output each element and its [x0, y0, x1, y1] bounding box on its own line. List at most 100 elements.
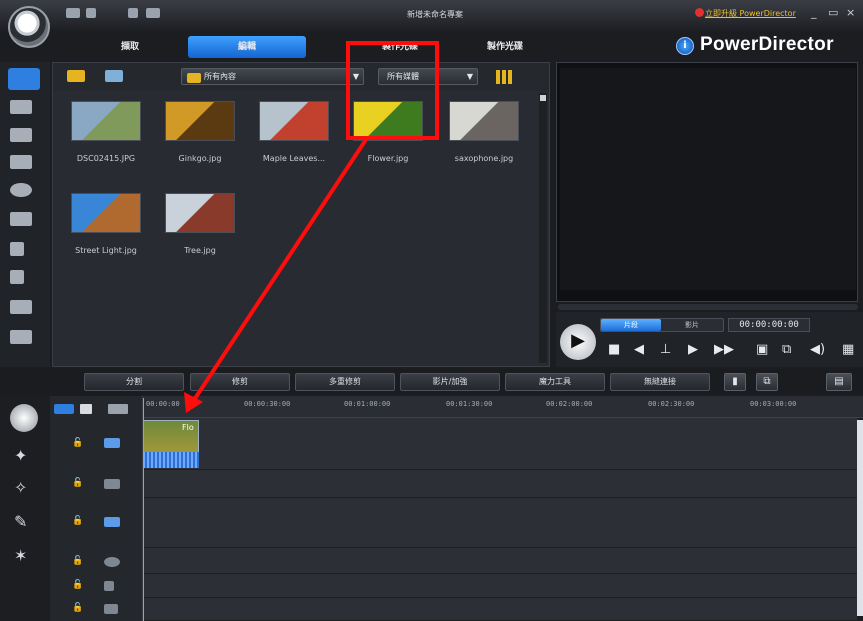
title-track-icon — [104, 557, 120, 567]
voice-over-icon[interactable] — [10, 270, 24, 284]
seamless-button[interactable]: 無縫連接 — [610, 373, 710, 391]
media-thumbnail-label: Ginkgo.jpg — [178, 154, 222, 163]
next-frame-icon[interactable]: ▶ — [688, 342, 698, 357]
previous-frame-icon[interactable]: ◀ — [634, 342, 644, 357]
media-thumbnail-label: Flower.jpg — [367, 154, 409, 163]
close-button[interactable]: × — [846, 6, 855, 19]
pip-room-icon[interactable] — [10, 128, 32, 142]
fast-forward-icon[interactable]: ▶▶ — [714, 342, 734, 357]
window-title: 新增未命名專案 — [407, 10, 463, 19]
snapshot-icon[interactable]: ▣ — [756, 342, 768, 357]
media-thumbnail-label: Maple Leaves... — [262, 154, 326, 163]
multi-trim-button[interactable]: 多重修剪 — [295, 373, 395, 391]
lock-icon[interactable]: 🔓 — [72, 478, 83, 488]
media-thumbnail[interactable] — [449, 101, 519, 141]
media-thumbnail-label: Tree.jpg — [184, 246, 216, 255]
ruler-tick-label: 00:02:00:00 — [546, 400, 593, 408]
play-button[interactable]: ▶ — [560, 324, 596, 360]
fullscreen-icon[interactable]: ▦ — [842, 342, 854, 357]
audio-mixing-icon[interactable] — [10, 242, 24, 256]
ruler-tick-label: 00:01:30:00 — [446, 400, 493, 408]
media-filter-value: 所有內容 — [204, 72, 236, 81]
lock-icon[interactable]: 🔓 — [72, 516, 83, 526]
subtitle-room-icon[interactable] — [10, 330, 32, 344]
import-folder-icon[interactable] — [67, 70, 85, 82]
timeline-mode-icon[interactable] — [80, 404, 92, 414]
stop-icon[interactable]: ■ — [608, 342, 620, 357]
trim-button[interactable]: 修剪 — [190, 373, 290, 391]
timecode-display[interactable]: 00:00:00:00 — [728, 318, 810, 332]
media-thumbnail[interactable] — [71, 193, 141, 233]
media-thumbnail[interactable] — [165, 193, 235, 233]
clip-mode-button[interactable]: 片段 — [601, 319, 661, 331]
save-icon[interactable] — [66, 8, 80, 18]
download-icon[interactable] — [105, 70, 123, 82]
video-track-icon — [104, 438, 120, 448]
tab-create-disc[interactable]: 製作光碟 — [450, 36, 560, 58]
redo-icon[interactable] — [128, 8, 138, 18]
folder-icon — [187, 73, 201, 83]
mark-icon[interactable]: ⊥ — [660, 342, 671, 357]
playhead[interactable] — [143, 398, 144, 621]
restore-button[interactable]: ▭ — [828, 6, 838, 19]
lock-icon[interactable]: 🔓 — [72, 438, 83, 448]
bug-icon[interactable]: ✦ — [14, 446, 27, 465]
timeline-scroll-thumb[interactable] — [857, 420, 863, 616]
media-thumbnail-label: DSC02415.JPG — [76, 154, 136, 163]
volume-icon[interactable]: ◀) — [810, 342, 825, 357]
undo-icon[interactable] — [86, 8, 96, 18]
effect-room-icon[interactable] — [10, 100, 32, 114]
brand-logo: PowerDirector — [700, 34, 834, 55]
upgrade-link[interactable]: 立即升級 PowerDirector — [705, 8, 796, 19]
title-room-icon[interactable] — [10, 183, 32, 197]
media-room-button[interactable] — [8, 68, 40, 90]
magic-tools-button[interactable]: 魔力工具 — [505, 373, 605, 391]
app-logo-icon[interactable] — [8, 6, 50, 48]
screen-icon[interactable]: ⧉ — [782, 342, 791, 357]
magic-wand-icon[interactable]: ✎ — [14, 512, 27, 531]
media-library: 所有內容 ▼ 所有媒體 ▼ DSC02415.JPG Ginkgo.jpg Mapl… — [52, 62, 550, 367]
particle-room-icon[interactable] — [10, 155, 32, 169]
voice-track-icon — [104, 581, 114, 591]
scroll-up-icon[interactable] — [540, 95, 546, 101]
pip-track[interactable] — [143, 498, 858, 548]
copy-icon[interactable]: ⧉ — [756, 373, 778, 391]
folder-open-icon[interactable] — [146, 8, 160, 18]
sparkle-icon[interactable]: ✧ — [14, 478, 27, 497]
help-icon[interactable]: i — [676, 37, 694, 55]
storyboard-view-icon[interactable] — [54, 404, 74, 414]
bin-icon[interactable] — [10, 404, 38, 432]
media-thumbnail[interactable] — [165, 101, 235, 141]
lock-icon[interactable]: 🔓 — [72, 603, 83, 613]
lock-icon[interactable]: 🔓 — [72, 556, 83, 566]
effect-track[interactable] — [143, 470, 858, 498]
media-thumbnail[interactable] — [259, 101, 329, 141]
effect-icon[interactable]: ✶ — [14, 546, 27, 565]
chapter-room-icon[interactable] — [10, 300, 32, 314]
voice-track[interactable] — [143, 574, 858, 598]
tab-capture[interactable]: 擷取 — [80, 36, 180, 58]
fix-enhance-button[interactable]: 影片/加強 — [400, 373, 500, 391]
minimize-button[interactable]: _ — [811, 6, 817, 19]
video-track-1[interactable] — [143, 418, 858, 470]
upgrade-icon — [695, 8, 704, 17]
lock-icon[interactable]: 🔓 — [72, 580, 83, 590]
timeline-view-icon[interactable]: ▤ — [826, 373, 852, 391]
track-manager-icon[interactable] — [108, 404, 128, 414]
clip-label: Flo — [182, 423, 194, 432]
tab-edit[interactable]: 編輯 — [188, 36, 306, 58]
media-thumbnail[interactable] — [71, 101, 141, 141]
library-scrollbar[interactable] — [539, 93, 547, 363]
grid-view-icon[interactable] — [496, 70, 512, 84]
movie-mode-button[interactable]: 影片 — [662, 319, 722, 331]
delete-icon[interactable]: ▮ — [724, 373, 746, 391]
ruler-tick-label: 00:00:00 — [146, 400, 180, 408]
title-track[interactable] — [143, 548, 858, 574]
split-button[interactable]: 分割 — [84, 373, 184, 391]
seek-bar[interactable] — [558, 304, 858, 310]
music-track[interactable] — [143, 598, 858, 621]
powerdirector-window: 新增未命名專案 立即升級 PowerDirector _ ▭ × 擷取 編輯 製… — [0, 0, 863, 621]
chevron-down-icon: ▼ — [466, 72, 473, 81]
transition-room-icon[interactable] — [10, 212, 32, 226]
media-filter-select[interactable]: 所有內容 ▼ — [181, 68, 364, 85]
